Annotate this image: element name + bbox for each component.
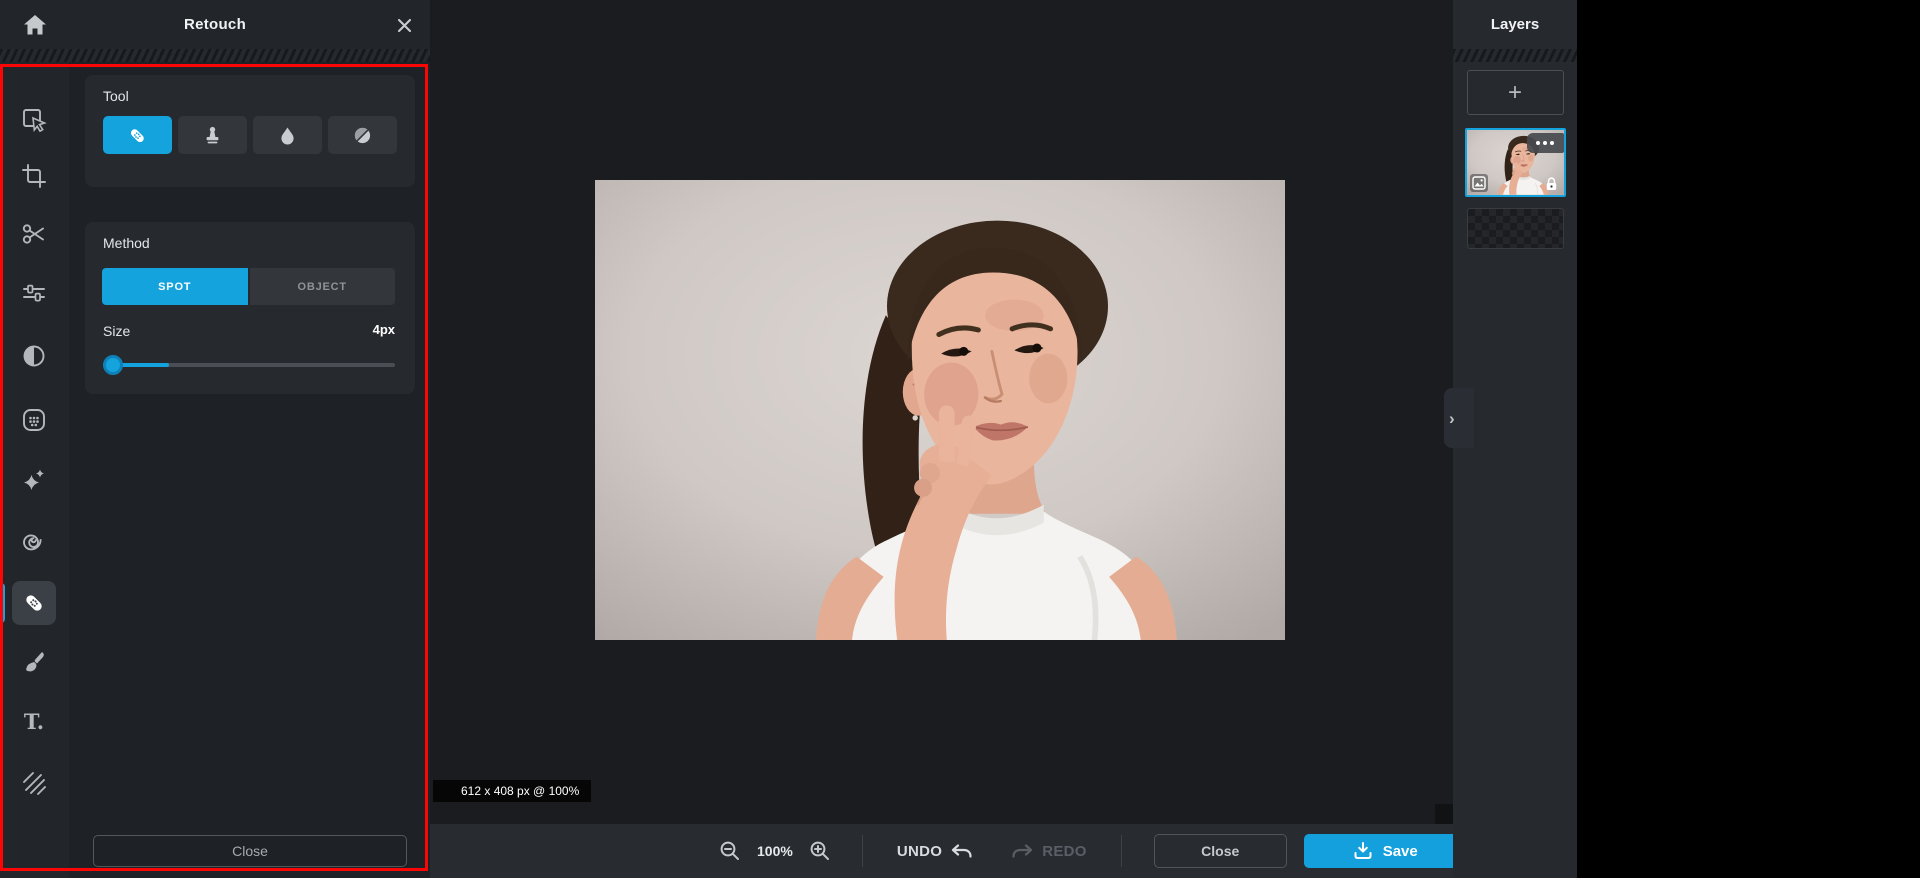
tool-blur-button[interactable] [253, 116, 322, 154]
sidebar-item-liquify[interactable] [21, 527, 47, 553]
bottom-toolbar: 100% UNDO REDO Close Save [430, 824, 1577, 878]
chevron-right-icon: › [1449, 408, 1455, 428]
sidebar-item-textures[interactable] [21, 770, 47, 796]
redo-label: REDO [1042, 842, 1087, 860]
home-icon [23, 14, 46, 34]
panel-close-x-button[interactable] [391, 12, 417, 38]
zoom-level: 100% [757, 843, 793, 859]
method-object-button[interactable]: OBJECT [249, 268, 395, 305]
sidebar-item-contrast[interactable] [21, 343, 47, 369]
image-status: 612 x 408 px @ 100% [433, 780, 592, 802]
retouch-panel-region: Retouch T. Tool Method SPOT OBJECT Size … [0, 0, 430, 878]
editor-close-button[interactable]: Close [1153, 834, 1287, 868]
sidebar-item-adjust[interactable] [21, 280, 47, 306]
sidebar-item-draw[interactable] [21, 649, 47, 675]
zoom-out-icon [720, 841, 739, 860]
method-label: Method [103, 235, 150, 251]
sidebar-item-select[interactable] [21, 107, 47, 133]
hatch-divider [1453, 49, 1577, 62]
droplet-icon [281, 127, 294, 144]
bandage-icon [26, 595, 42, 611]
method-segmented-control: SPOT OBJECT [102, 268, 395, 305]
divider [861, 835, 863, 867]
zoom-in-button[interactable] [808, 839, 832, 863]
retouch-panel-body: Tool Method SPOT OBJECT Size 4px Close [69, 62, 430, 878]
layer-item-image[interactable] [1464, 128, 1566, 197]
scrollbar-corner [1435, 804, 1453, 824]
save-download-icon [1354, 842, 1372, 859]
image-layer-icon [1469, 174, 1488, 192]
sidebar-item-crop[interactable] [21, 163, 47, 189]
layers-title: Layers [1490, 16, 1540, 33]
tool-label: Tool [103, 88, 129, 104]
add-layer-button[interactable]: + [1466, 70, 1564, 115]
sidebar-item-frame[interactable] [21, 407, 47, 433]
canvas-area: 612 x 408 px @ 100% [430, 0, 1453, 824]
sidebar-item-retouch[interactable] [12, 581, 56, 625]
panel-header: Retouch [0, 0, 430, 49]
home-button[interactable] [0, 0, 69, 49]
layer-item-transparent[interactable] [1466, 208, 1564, 249]
tools-sidebar: T. [0, 62, 69, 878]
tool-bandage-button[interactable] [103, 116, 172, 154]
slider-thumb[interactable] [103, 355, 123, 375]
redo-arrow-icon [1012, 843, 1033, 858]
sidebar-item-text[interactable]: T. [21, 708, 47, 734]
method-spot-button[interactable]: SPOT [102, 268, 248, 305]
canvas-image[interactable] [594, 180, 1286, 640]
bandage-icon [130, 128, 144, 142]
tool-clone-stamp-button[interactable] [178, 116, 247, 154]
zoom-in-icon [810, 841, 829, 860]
panel-collapse-handle[interactable]: › [1444, 388, 1474, 448]
sidebar-item-cut[interactable] [21, 221, 47, 247]
close-icon [397, 18, 411, 32]
text-icon: T. [23, 708, 45, 734]
empty-right-area [1577, 0, 1920, 878]
tonal-circle-icon [354, 127, 371, 143]
save-button[interactable]: Save [1303, 834, 1467, 868]
method-card: Method SPOT OBJECT Size 4px [85, 222, 415, 394]
redo-button[interactable]: REDO [1011, 843, 1087, 860]
layers-panel: Layers + › [1444, 0, 1577, 878]
undo-arrow-icon [952, 843, 972, 858]
undo-button[interactable]: UNDO [897, 843, 973, 860]
tool-tone-button[interactable] [328, 116, 397, 154]
zoom-out-button[interactable] [718, 839, 742, 863]
tool-card: Tool [85, 75, 415, 187]
active-item-indicator [0, 583, 5, 623]
divider [1120, 835, 1122, 867]
sidebar-item-effects[interactable] [21, 467, 47, 493]
save-label: Save [1382, 842, 1418, 860]
layer-options-button[interactable] [1526, 133, 1564, 153]
hatch-divider [0, 49, 430, 62]
panel-close-button[interactable]: Close [93, 835, 407, 867]
stamp-icon [206, 126, 219, 143]
size-value: 4px [372, 322, 395, 337]
panel-title: Retouch [183, 16, 247, 33]
size-slider[interactable] [103, 355, 395, 375]
undo-label: UNDO [896, 842, 943, 860]
lock-icon[interactable] [1543, 175, 1560, 192]
size-label: Size [103, 323, 131, 339]
